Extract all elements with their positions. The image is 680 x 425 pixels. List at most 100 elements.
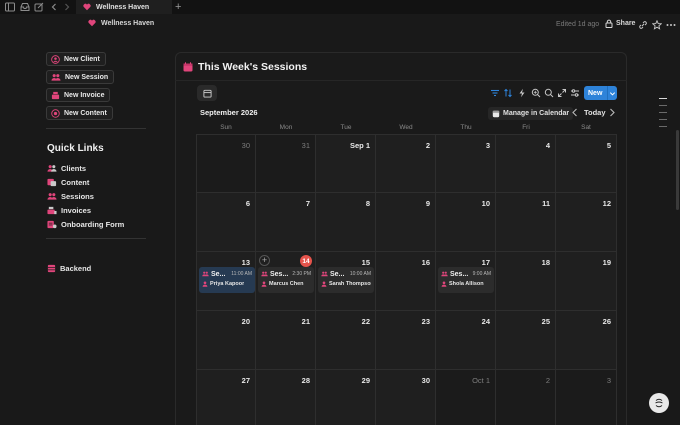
event-client: Sarah Thompson: [329, 281, 371, 287]
new-session-button[interactable]: New Session: [46, 70, 115, 84]
people-icon: [441, 271, 448, 277]
filter-icon[interactable]: [490, 88, 500, 98]
calendar-day-cell[interactable]: 27: [196, 370, 256, 425]
new-button[interactable]: New: [584, 86, 617, 100]
scrollbar[interactable]: [676, 130, 679, 210]
quick-link-clients[interactable]: Clients: [47, 164, 86, 173]
calendar-day-cell[interactable]: 13 Se... 11:00 AM Priya Kapoor: [196, 252, 256, 311]
calendar-day-cell[interactable]: 11: [496, 193, 556, 252]
calendar-day-cell[interactable]: 8: [316, 193, 376, 252]
next-month-chevron-icon[interactable]: [608, 108, 616, 117]
day-number: Sep 1: [349, 141, 370, 150]
zoom-icon[interactable]: [531, 88, 541, 98]
day-number: 30: [241, 141, 250, 150]
weekday-label: Wed: [399, 124, 413, 131]
calendar-day-cell[interactable]: 4: [496, 134, 556, 193]
day-number: 25: [541, 317, 550, 326]
calendar-day-cell[interactable]: 18: [496, 252, 556, 311]
today-button[interactable]: Today: [584, 108, 606, 117]
calendar-day-cell[interactable]: 30: [196, 134, 256, 193]
breadcrumb[interactable]: Wellness Haven: [88, 19, 154, 27]
person-icon: [261, 281, 267, 287]
compose-icon[interactable]: [34, 2, 44, 12]
calendar-day-cell[interactable]: 23: [376, 311, 436, 370]
new-content-label: New Content: [64, 109, 107, 117]
quick-link-onboarding-form[interactable]: Onboarding Form: [47, 220, 124, 229]
star-icon[interactable]: [652, 20, 662, 30]
calendar-day-cell[interactable]: 21: [256, 311, 316, 370]
lightning-icon[interactable]: [517, 88, 527, 98]
quick-link-sessions[interactable]: Sessions: [47, 192, 94, 201]
share-label: Share: [616, 20, 636, 27]
calendar-day-cell[interactable]: 10: [436, 193, 496, 252]
previous-month-chevron-icon[interactable]: [571, 108, 579, 117]
new-invoice-label: New Invoice: [64, 91, 105, 99]
back-arrow-icon[interactable]: [49, 2, 59, 12]
calendar-day-cell[interactable]: 20: [196, 311, 256, 370]
day-number: 27: [241, 376, 250, 385]
expand-icon[interactable]: [557, 88, 567, 98]
quick-link-invoices[interactable]: Invoices: [47, 206, 91, 215]
session-event-card[interactable]: Se... 11:00 AM Priya Kapoor: [199, 267, 255, 293]
day-number: 23: [421, 317, 430, 326]
calendar-day-cell[interactable]: 6: [196, 193, 256, 252]
breadcrumb-label: Wellness Haven: [101, 19, 155, 27]
edited-timestamp: Edited 1d ago: [556, 21, 600, 28]
link-icon[interactable]: [638, 20, 648, 30]
forward-arrow-icon[interactable]: [62, 2, 72, 12]
tab-wellness-haven[interactable]: Wellness Haven: [76, 0, 172, 14]
inbox-icon[interactable]: [20, 2, 30, 12]
calendar-day-cell[interactable]: 3: [436, 134, 496, 193]
calendar-day-cell[interactable]: 19: [556, 252, 617, 311]
event-client: Shola Allison: [449, 281, 484, 287]
calendar-day-cell[interactable]: Sep 1: [316, 134, 376, 193]
sidebar-toggle-icon[interactable]: [5, 2, 15, 12]
people-icon: [261, 271, 268, 277]
chevron-down-icon[interactable]: [607, 86, 617, 100]
help-button[interactable]: [649, 393, 669, 413]
sort-icon[interactable]: [503, 88, 513, 98]
weekday-label: Sat: [581, 124, 591, 131]
calendar-day-cell[interactable]: 15 Se... 10:00 AM Sarah Thompson: [316, 252, 376, 311]
calendar-day-cell[interactable]: Oct 1: [436, 370, 496, 425]
page-outline[interactable]: [659, 98, 667, 133]
calendar-day-cell[interactable]: 14 + Ses... 2:30 PM Marcus Chen: [256, 252, 316, 311]
calendar-day-cell[interactable]: 9: [376, 193, 436, 252]
share-button[interactable]: Share: [605, 19, 635, 28]
day-number: 4: [545, 141, 550, 150]
manage-in-calendar-button[interactable]: Manage in Calendar: [488, 107, 574, 120]
settings-sliders-icon[interactable]: [570, 88, 580, 98]
calendar-day-cell[interactable]: 31: [256, 134, 316, 193]
calendar-view-tab[interactable]: [197, 85, 217, 101]
more-options-icon[interactable]: [666, 20, 676, 30]
calendar-day-cell[interactable]: 2: [376, 134, 436, 193]
session-event-card[interactable]: Ses... 2:30 PM Marcus Chen: [258, 267, 314, 293]
calendar-day-cell[interactable]: 28: [256, 370, 316, 425]
calendar-day-cell[interactable]: 16: [376, 252, 436, 311]
calendar-day-cell[interactable]: 24: [436, 311, 496, 370]
calendar-day-cell[interactable]: 22: [316, 311, 376, 370]
calendar-day-cell[interactable]: 25: [496, 311, 556, 370]
session-event-card[interactable]: Se... 10:00 AM Sarah Thompson: [318, 267, 374, 293]
calendar-day-cell[interactable]: 5: [556, 134, 617, 193]
calendar-day-cell[interactable]: 17 Ses... 9:00 AM Shola Allison: [436, 252, 496, 311]
add-event-icon[interactable]: +: [259, 255, 270, 266]
calendar-day-cell[interactable]: 7: [256, 193, 316, 252]
calendar-day-cell[interactable]: 2: [496, 370, 556, 425]
calendar-day-cell[interactable]: 26: [556, 311, 617, 370]
weekday-label: Fri: [522, 124, 530, 131]
day-number: 15: [361, 258, 370, 267]
calendar-day-cell[interactable]: 30: [376, 370, 436, 425]
backend-link[interactable]: Backend: [47, 264, 91, 273]
calendar-day-cell[interactable]: 3: [556, 370, 617, 425]
new-content-button[interactable]: New Content: [46, 106, 113, 120]
session-event-card[interactable]: Ses... 9:00 AM Shola Allison: [438, 267, 494, 293]
search-icon[interactable]: [544, 88, 554, 98]
quick-link-content[interactable]: Content: [47, 178, 89, 187]
calendar-day-cell[interactable]: 29: [316, 370, 376, 425]
calendar-day-cell[interactable]: 12: [556, 193, 617, 252]
new-tab-icon[interactable]: +: [175, 1, 181, 13]
new-invoice-button[interactable]: New Invoice: [46, 88, 111, 102]
new-client-button[interactable]: New Client: [46, 52, 106, 66]
day-number: 2: [425, 141, 430, 150]
